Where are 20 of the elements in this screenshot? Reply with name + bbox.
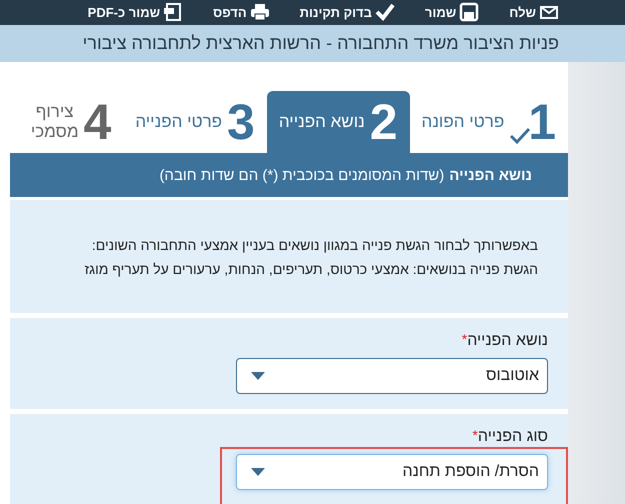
field-label: נושא הפנייה bbox=[467, 332, 548, 350]
toolbar-button[interactable]: שלח bbox=[509, 2, 559, 25]
info-text: באפשרותך לבחור הגשת פנייה במגוון נושאים בעניין אמצעי התחבורה השונים: bbox=[90, 236, 538, 253]
caret-icon bbox=[251, 372, 265, 380]
section-title: נושא הפנייה bbox=[449, 166, 532, 184]
required-mark: * bbox=[462, 332, 468, 346]
required-mark: * bbox=[472, 428, 478, 442]
caret-icon bbox=[251, 468, 265, 476]
section-note: (שדות המסומנים בכוכבית (*) הם שדות חובה) bbox=[159, 166, 444, 184]
field-label: סוג הפנייה bbox=[478, 428, 548, 446]
toolbar-button[interactable]: שמור bbox=[424, 2, 480, 25]
toolbar-button[interactable]: בדוק תקינות bbox=[300, 2, 395, 25]
dropdown[interactable]: אוטובוס bbox=[236, 358, 548, 394]
dropdown[interactable]: הסרת/ הוספת תחנה bbox=[236, 454, 548, 490]
checkmark-icon bbox=[374, 2, 395, 22]
info-text: הגשת פנייה בנושאים: אמצעי כרטוס, תעריפים, הנחות, ערעורים על תעריף מוגז bbox=[84, 260, 538, 277]
toolbar-button[interactable]: שמור כ-PDF bbox=[88, 2, 184, 25]
toolbar-button[interactable]: הדפס bbox=[213, 2, 270, 25]
page-title: פניות הציבור משרד התחבורה - הרשות הארצית לתחבורה ציבורי bbox=[82, 33, 559, 54]
document-icon bbox=[163, 2, 184, 22]
